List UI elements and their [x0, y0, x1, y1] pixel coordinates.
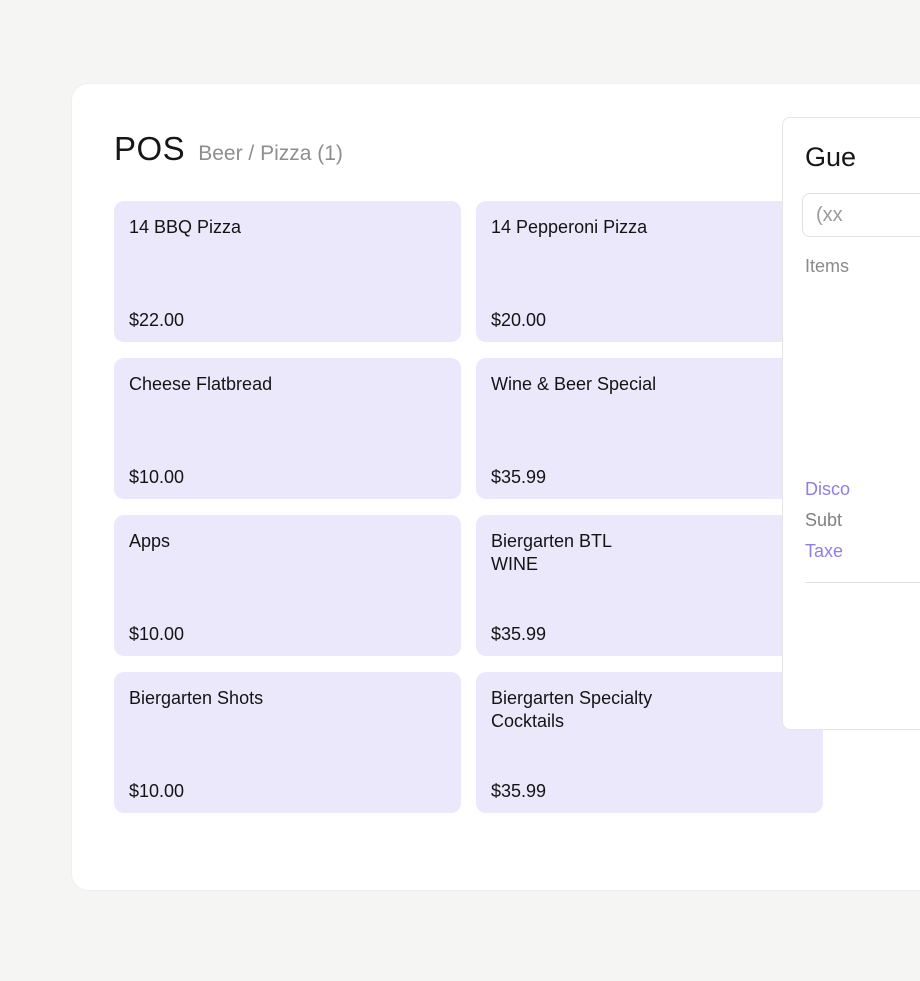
menu-item-tile[interactable]: 14 Pepperoni Pizza $20.00: [476, 201, 823, 342]
menu-item-name: Biergarten BTL WINE: [491, 531, 613, 574]
page-header: POS Beer / Pizza (1): [114, 130, 343, 168]
menu-item-name: 14 BBQ Pizza: [129, 217, 242, 237]
menu-item-price: $35.99: [491, 781, 547, 801]
menu-item-tile[interactable]: Wine & Beer Special $35.99: [476, 358, 823, 499]
menu-item-name: Apps: [129, 531, 171, 551]
menu-item-name: Cheese Flatbread: [129, 374, 273, 394]
menu-item-tile[interactable]: 14 BBQ Pizza $22.00: [114, 201, 461, 342]
menu-item-price: $35.99: [491, 624, 547, 644]
menu-item-price: $22.00: [129, 310, 185, 330]
menu-item-tile[interactable]: Biergarten Specialty Cocktails $35.99: [476, 672, 823, 813]
menu-item-name: Biergarten Specialty Cocktails: [491, 688, 653, 731]
breadcrumb[interactable]: Beer / Pizza (1): [198, 142, 343, 166]
menu-item-tile[interactable]: Apps $10.00: [114, 515, 461, 656]
menu-item-name: Wine & Beer Special: [491, 374, 657, 394]
menu-item-tile[interactable]: Cheese Flatbread $10.00: [114, 358, 461, 499]
items-label: Items: [805, 256, 850, 276]
subtotal-label: Subt: [805, 510, 843, 530]
menu-item-price: $10.00: [129, 467, 185, 487]
page-title: POS: [114, 130, 186, 167]
menu-item-name: Biergarten Shots: [129, 688, 264, 708]
totals-divider: [805, 582, 920, 583]
menu-item-tile[interactable]: Biergarten Shots $10.00: [114, 672, 461, 813]
menu-item-price: $10.00: [129, 624, 185, 644]
menu-item-tile[interactable]: Biergarten BTL WINE $35.99: [476, 515, 823, 656]
taxes-link[interactable]: Taxe: [805, 541, 843, 562]
guest-panel: Gue Items Disco Subt Taxe: [782, 117, 920, 730]
guest-panel-title: Gue: [805, 142, 857, 172]
menu-item-price: $20.00: [491, 310, 547, 330]
menu-item-price: $35.99: [491, 467, 547, 487]
discount-link[interactable]: Disco: [805, 479, 850, 500]
menu-item-price: $10.00: [129, 781, 185, 801]
guest-phone-input[interactable]: [802, 193, 920, 237]
menu-item-name: 14 Pepperoni Pizza: [491, 217, 648, 237]
menu-item-grid: 14 BBQ Pizza $22.00 14 Pepperoni Pizza $…: [114, 201, 824, 813]
